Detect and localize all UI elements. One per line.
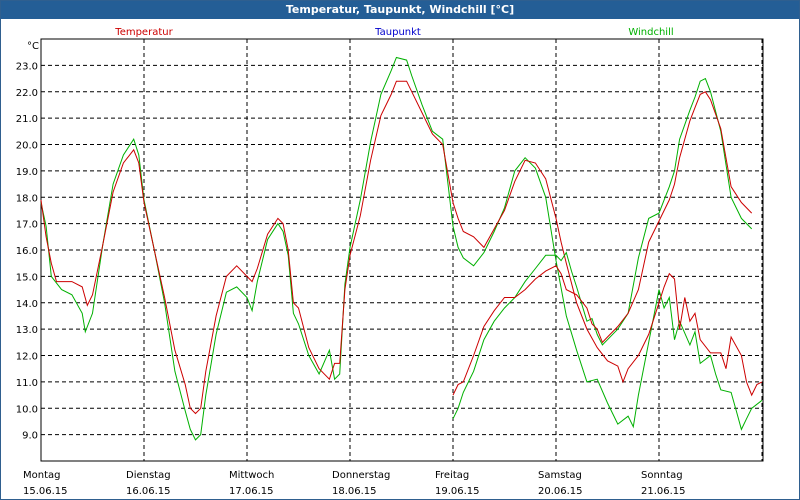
y-tick-label: 11.0 [16,378,38,389]
y-tick-label: 14.0 [16,299,38,310]
x-tick-date: 15.06.15 [23,486,68,497]
x-tick-weekday: Freitag [435,470,469,481]
y-tick-label: 18.0 [16,193,38,204]
x-tick-weekday: Mittwoch [229,470,274,481]
x-axis-labels: Montag 15.06.15 Dienstag 16.06.15 Mittwoch 17… [23,470,686,497]
x-tick-weekday: Montag [23,470,60,481]
chart-window: Temperatur, Taupunkt, Windchill [°C] 9.0… [0,0,800,500]
x-tick-date: 16.06.15 [126,486,171,497]
x-tick-weekday: Samstag [538,470,582,481]
y-axis-label: °C [27,41,39,52]
y-tick-label: 22.0 [16,88,38,99]
legend-taupunkt: Taupunkt [374,27,421,38]
y-tick-label: 23.0 [16,61,38,72]
y-tick-label: 12.0 [16,352,38,363]
x-tick-date: 19.06.15 [435,486,480,497]
legend: Temperatur Taupunkt Windchill [114,27,673,38]
y-tick-label: 17.0 [16,220,38,231]
y-tick-label: 20.0 [16,141,38,152]
x-tick-date: 20.06.15 [538,486,583,497]
chart-canvas: 9.0 10.0 11.0 12.0 13.0 14.0 15.0 16.0 17.0 18.0 1… [16,27,764,497]
y-axis-ticks: 9.0 10.0 11.0 12.0 13.0 14.0 15.0 16.0 17.0 18.0 1… [16,61,38,441]
legend-windchill: Windchill [628,27,673,38]
y-tick-label: 9.0 [22,431,38,442]
y-tick-label: 16.0 [16,246,38,257]
x-tick-date: 17.06.15 [229,486,274,497]
y-tick-label: 13.0 [16,325,38,336]
x-tick-date: 18.06.15 [332,486,377,497]
legend-temperatur: Temperatur [114,27,173,38]
y-tick-label: 15.0 [16,272,38,283]
x-tick-weekday: Dienstag [126,470,171,481]
x-tick-weekday: Sonntag [641,470,683,481]
y-tick-label: 10.0 [16,404,38,415]
x-tick-weekday: Donnerstag [332,470,390,481]
y-tick-label: 21.0 [16,114,38,125]
y-tick-label: 19.0 [16,167,38,178]
x-tick-date: 21.06.15 [641,486,686,497]
